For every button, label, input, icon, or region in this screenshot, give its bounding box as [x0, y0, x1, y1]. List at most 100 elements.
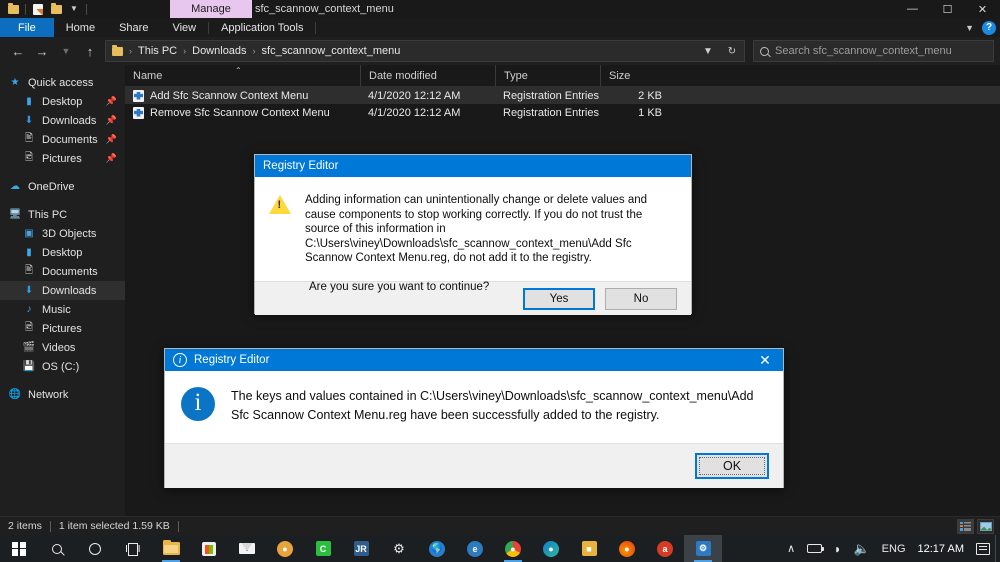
table-row[interactable]: Remove Sfc Scannow Context Menu 4/1/2020…	[125, 104, 1000, 121]
sidebar-item-network[interactable]: 🌐 Network	[0, 385, 125, 404]
task-view-button[interactable]	[114, 535, 152, 562]
maximize-button[interactable]: ☐	[930, 0, 965, 18]
cortana-button[interactable]	[76, 535, 114, 562]
close-icon[interactable]: ✕	[747, 349, 783, 371]
battery-icon[interactable]	[801, 535, 828, 562]
folder-icon[interactable]	[4, 0, 22, 18]
recent-locations-button[interactable]: ▼	[54, 39, 78, 63]
sidebar-item-pictures[interactable]: 🖻 Pictures 📌	[0, 149, 125, 168]
contextual-tab-manage[interactable]: Manage	[170, 0, 252, 18]
taskbar-app-yellow[interactable]: ■	[570, 535, 608, 562]
refresh-icon[interactable]: ↻	[720, 41, 744, 61]
tab-file[interactable]: File	[0, 18, 54, 37]
column-header-name[interactable]: Name ⌃	[125, 65, 360, 86]
taskbar-mozilla-firefox[interactable]: ●	[608, 535, 646, 562]
sidebar-item-documents[interactable]: 🖹 Documents 📌	[0, 130, 125, 149]
taskbar-registry-editor[interactable]: ⚙	[684, 535, 722, 562]
sidebar-item-desktop[interactable]: ▮ Desktop 📌	[0, 92, 125, 111]
pin-icon[interactable]: 📌	[106, 153, 117, 164]
new-folder-icon[interactable]	[47, 0, 65, 18]
taskbar-settings[interactable]: ⚙	[380, 535, 418, 562]
taskbar-app-orange[interactable]: ●	[266, 535, 304, 562]
sidebar-item-3d-objects[interactable]: ▣ 3D Objects	[0, 224, 125, 243]
chevron-down-icon[interactable]: ▼	[696, 41, 720, 61]
wifi-icon[interactable]: ◗	[828, 535, 847, 562]
chevron-down-icon[interactable]: ▼	[965, 23, 974, 33]
sidebar-item-onedrive[interactable]: ☁ OneDrive	[0, 177, 125, 196]
breadcrumb-current-folder[interactable]: sfc_scannow_context_menu	[262, 45, 401, 57]
minimize-button[interactable]: —	[895, 0, 930, 18]
desktop-icon: ▮	[26, 247, 32, 258]
dialog-footer: OK	[165, 443, 783, 488]
pin-icon[interactable]: 📌	[106, 115, 117, 126]
breadcrumb-downloads[interactable]: Downloads	[192, 45, 246, 57]
chevron-up-icon[interactable]: ∧	[781, 535, 801, 562]
pin-icon[interactable]: 📌	[106, 96, 117, 107]
taskbar-app-red[interactable]: a	[646, 535, 684, 562]
sidebar-item-this-pc[interactable]: 🖥 This PC	[0, 205, 125, 224]
sidebar-item-label: OneDrive	[28, 180, 75, 193]
breadcrumb-separator: ›	[183, 46, 187, 56]
music-icon: ♪	[26, 304, 32, 315]
address-bar[interactable]: › This PC › Downloads › sfc_scannow_cont…	[105, 40, 745, 62]
star-icon: ★	[10, 77, 20, 88]
large-icons-view-icon[interactable]	[977, 519, 994, 534]
column-header-type[interactable]: Type	[495, 65, 600, 86]
taskbar-app-globe[interactable]: 🌎	[418, 535, 456, 562]
dialog-title: Registry Editor	[263, 160, 339, 172]
show-desktop-button[interactable]	[995, 535, 1000, 562]
ok-button[interactable]: OK	[695, 453, 769, 479]
start-button[interactable]	[0, 535, 38, 562]
table-row[interactable]: Add Sfc Scannow Context Menu 4/1/2020 12…	[125, 87, 1000, 104]
taskbar-file-explorer[interactable]	[152, 535, 190, 562]
yes-button[interactable]: Yes	[523, 287, 595, 310]
taskbar-app-jr[interactable]: JR	[342, 535, 380, 562]
navigation-pane: ★ Quick access ▮ Desktop 📌 ⬇ Downloads 📌…	[0, 65, 125, 516]
sidebar-item-music[interactable]: ♪ Music	[0, 300, 125, 319]
sidebar-item-downloads[interactable]: ⬇ Downloads 📌	[0, 111, 125, 130]
taskbar-google-chrome[interactable]: ●	[494, 535, 532, 562]
sidebar-item-this-pc-downloads[interactable]: ⬇ Downloads	[0, 281, 125, 300]
tab-application-tools[interactable]: Application Tools	[209, 18, 315, 37]
properties-icon[interactable]	[29, 0, 47, 18]
up-button[interactable]: ↑	[78, 39, 102, 63]
search-button[interactable]	[38, 535, 76, 562]
sidebar-item-this-pc-pictures[interactable]: 🖻 Pictures	[0, 319, 125, 338]
details-view-icon[interactable]	[957, 519, 974, 534]
pin-icon[interactable]: 📌	[106, 134, 117, 145]
sidebar-item-quick-access[interactable]: ★ Quick access	[0, 73, 125, 92]
column-header-size[interactable]: Size	[600, 65, 670, 86]
network-icon: 🌐	[8, 389, 22, 400]
taskbar-mail[interactable]	[228, 535, 266, 562]
close-button[interactable]: ✕	[965, 0, 1000, 18]
column-header-date-modified[interactable]: Date modified	[360, 65, 495, 86]
tab-view[interactable]: View	[160, 18, 208, 37]
search-box[interactable]: Search sfc_scannow_context_menu	[753, 40, 994, 62]
chevron-down-icon[interactable]: ▼	[65, 0, 83, 18]
sidebar-item-label: Quick access	[28, 76, 94, 89]
search-input[interactable]: Search sfc_scannow_context_menu	[775, 45, 952, 57]
taskbar-microsoft-edge[interactable]: ●	[532, 535, 570, 562]
sidebar-item-videos[interactable]: 🎬 Videos	[0, 338, 125, 357]
volume-icon[interactable]: 🔈	[847, 535, 875, 562]
tab-share[interactable]: Share	[107, 18, 160, 37]
clock[interactable]: 12:17 AM	[912, 543, 970, 555]
sidebar-item-this-pc-desktop[interactable]: ▮ Desktop	[0, 243, 125, 262]
screen: ▼ Manage sfc_scannow_context_menu — ☐ ✕ …	[0, 0, 1000, 562]
store-icon	[202, 541, 216, 556]
window-title: sfc_scannow_context_menu	[255, 3, 394, 15]
tab-home[interactable]: Home	[54, 18, 107, 37]
sidebar-item-this-pc-documents[interactable]: 🖹 Documents	[0, 262, 125, 281]
dialog-title-bar: i Registry Editor ✕	[165, 349, 783, 371]
taskbar-edge-legacy[interactable]: e	[456, 535, 494, 562]
taskbar-microsoft-store[interactable]	[190, 535, 228, 562]
sidebar-item-os-drive[interactable]: 💾 OS (C:)	[0, 357, 125, 376]
language-indicator[interactable]: ENG	[876, 535, 912, 562]
back-button[interactable]: ←	[6, 39, 30, 63]
notifications-icon[interactable]	[970, 535, 996, 562]
help-icon[interactable]: ?	[982, 20, 996, 35]
taskbar-app-green[interactable]: C	[304, 535, 342, 562]
no-button[interactable]: No	[605, 287, 677, 310]
breadcrumb-this-pc[interactable]: This PC	[138, 45, 177, 57]
forward-button[interactable]: →	[30, 39, 54, 63]
